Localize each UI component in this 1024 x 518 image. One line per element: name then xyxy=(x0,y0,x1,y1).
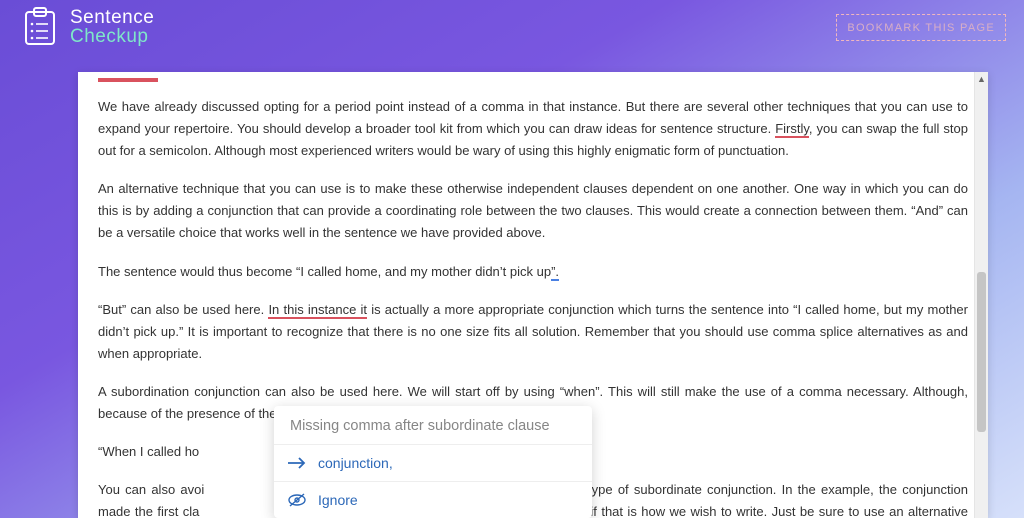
paragraph: “But” can also be used here. In this ins… xyxy=(98,299,968,365)
arrow-right-icon xyxy=(286,454,308,472)
brand-text-line2: Checkup xyxy=(70,27,154,46)
text: The sentence would thus become “I called… xyxy=(98,264,551,279)
grammar-error[interactable]: In this instance it xyxy=(268,302,367,319)
grammar-tooltip: Missing comma after subordinate clause c… xyxy=(274,406,592,518)
tooltip-apply-suggestion[interactable]: conjunction, xyxy=(274,444,592,481)
brand-logo[interactable]: Sentence Checkup xyxy=(20,6,154,48)
suggestion-text: conjunction, xyxy=(318,455,393,471)
paragraph: The sentence would thus become “I called… xyxy=(98,261,968,283)
grammar-error[interactable]: Firstly xyxy=(775,121,809,138)
clipboard-icon xyxy=(20,6,62,48)
error-marker xyxy=(98,78,158,82)
brand-text-line1: Sentence xyxy=(70,8,154,27)
scroll-up-arrow[interactable]: ▲ xyxy=(975,72,988,86)
editor-panel: We have already discussed opting for a p… xyxy=(78,72,988,518)
bookmark-button[interactable]: BOOKMARK THIS PAGE xyxy=(836,14,1006,41)
text: “But” can also be used here. xyxy=(98,302,268,317)
tooltip-ignore[interactable]: Ignore xyxy=(274,481,592,518)
eye-off-icon xyxy=(286,491,308,509)
app-header: Sentence Checkup BOOKMARK THIS PAGE xyxy=(0,0,1024,60)
scrollbar[interactable]: ▲ xyxy=(974,72,988,518)
brand-text: Sentence Checkup xyxy=(70,8,154,46)
grammar-suggestion[interactable]: ”. xyxy=(551,264,559,281)
text: You can also avoi xyxy=(98,482,204,497)
paragraph: An alternative technique that you can us… xyxy=(98,178,968,244)
scrollbar-thumb[interactable] xyxy=(977,272,986,432)
tooltip-title: Missing comma after subordinate clause xyxy=(274,406,592,444)
paragraph: We have already discussed opting for a p… xyxy=(98,96,968,162)
ignore-text: Ignore xyxy=(318,492,358,508)
